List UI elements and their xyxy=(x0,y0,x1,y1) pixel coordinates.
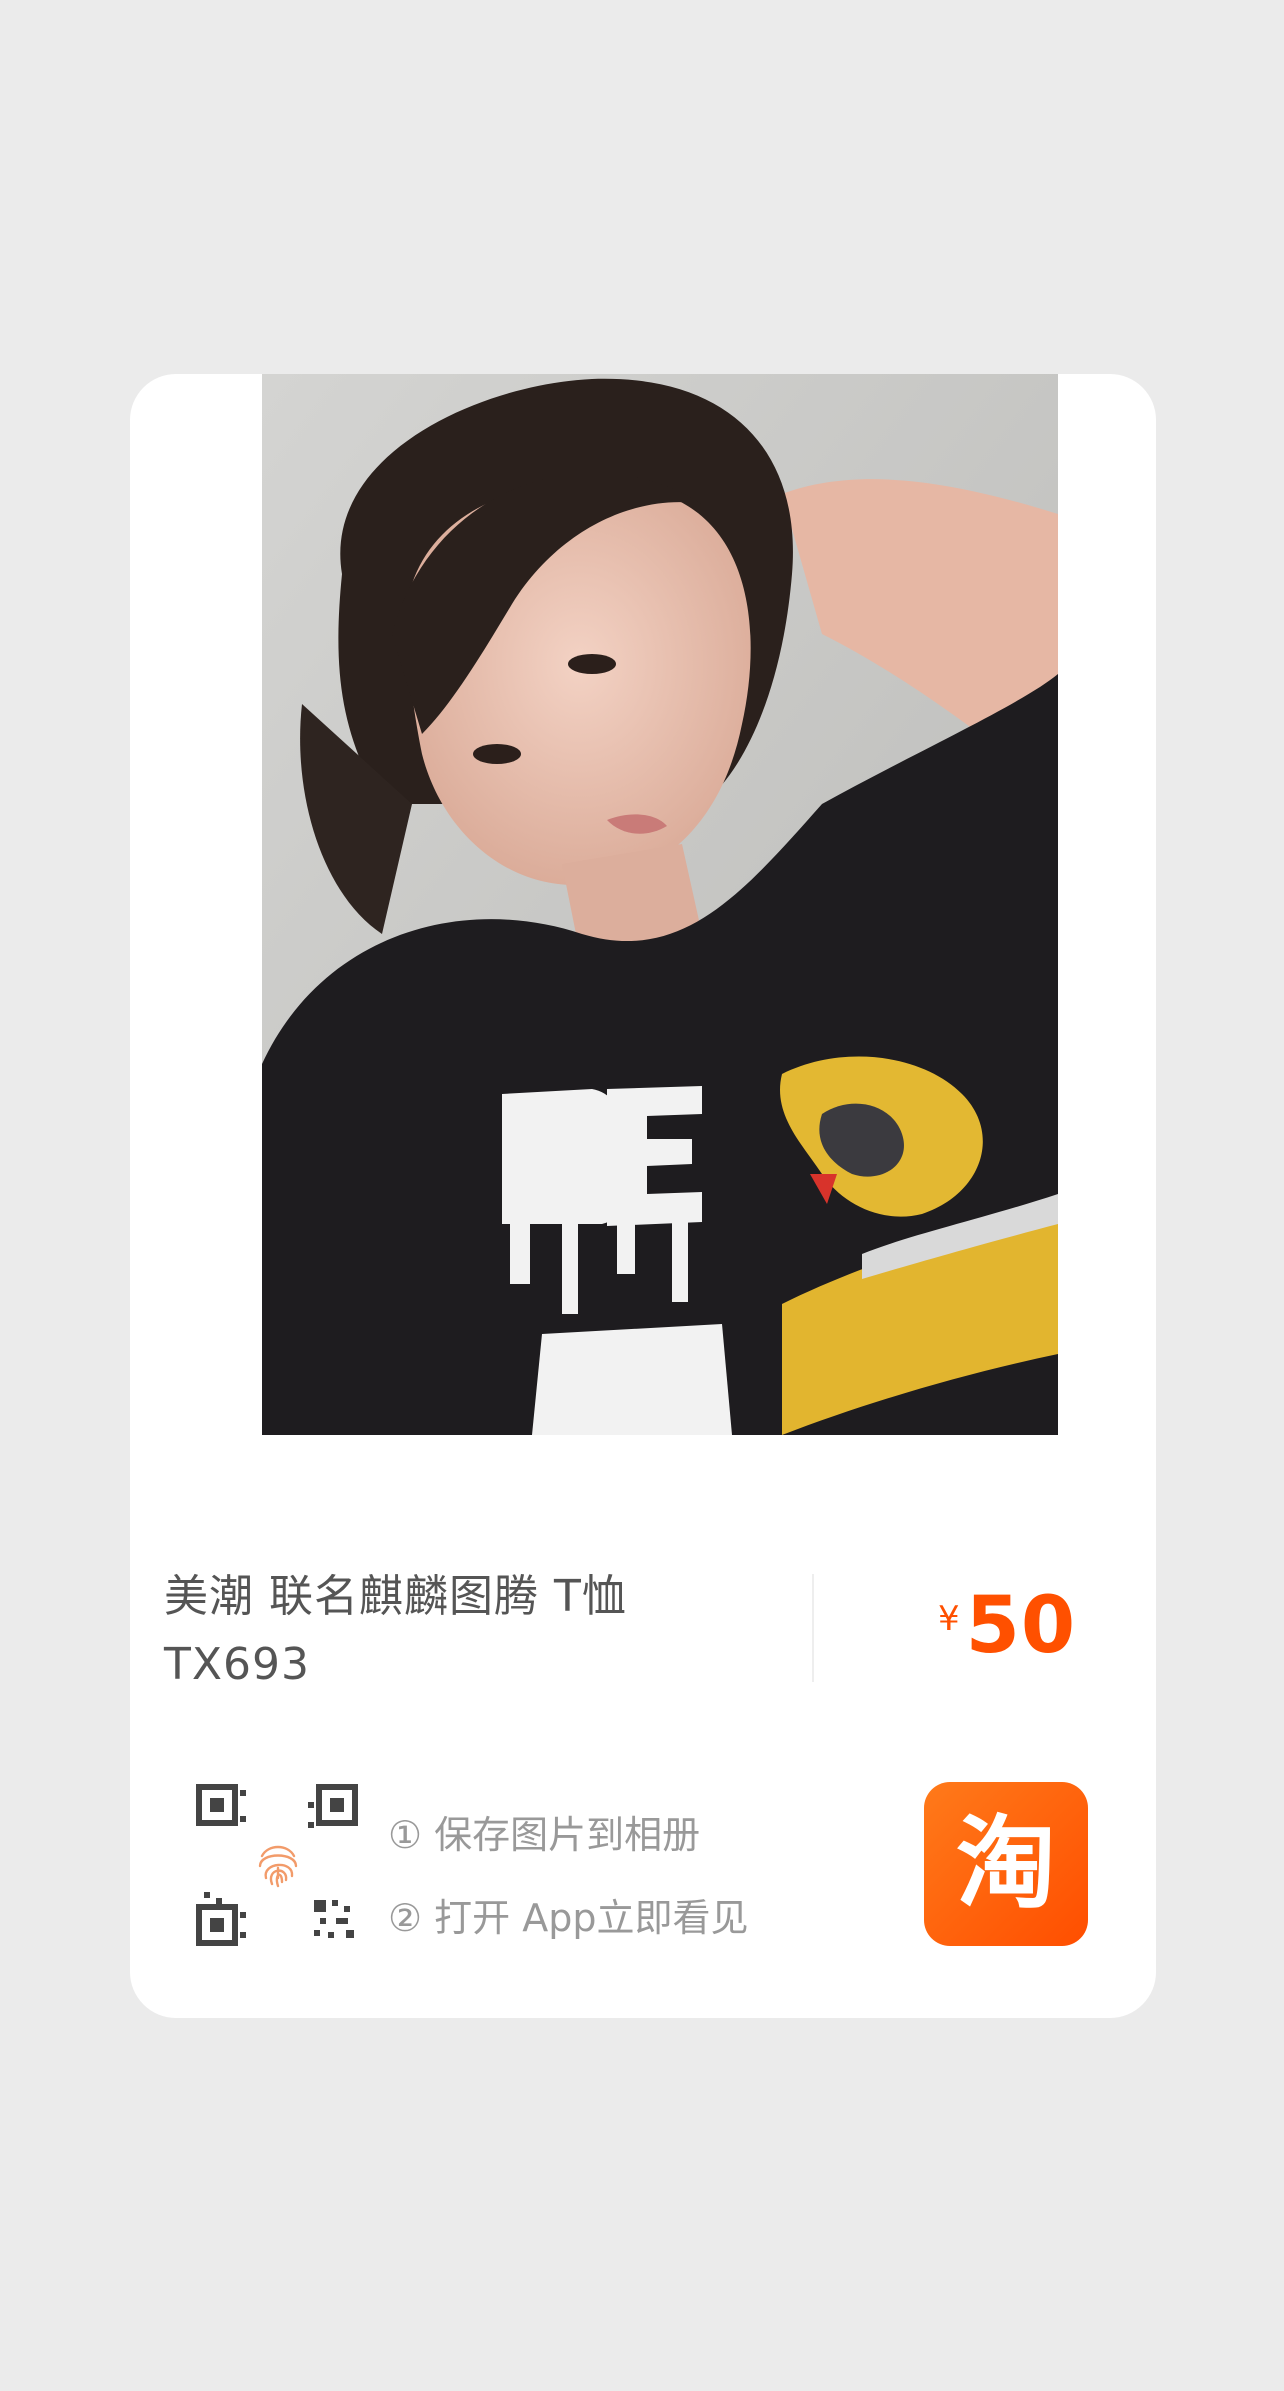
taobao-logo-icon: 淘 xyxy=(956,1805,1056,1922)
currency-symbol: ¥ xyxy=(938,1599,960,1639)
qr-code-icon xyxy=(196,1782,362,1948)
share-card: 美潮 联名麒麟图腾 T恤 TX693 ¥50 ① 保存图片到相册 ② 打开 Ap… xyxy=(130,374,1156,2018)
fingerprint-icon xyxy=(258,1845,298,1888)
product-photo[interactable] xyxy=(262,374,1058,1435)
product-image xyxy=(262,374,1058,1435)
taobao-app-button[interactable]: 淘 xyxy=(924,1782,1088,1946)
instruction-step-2: ② 打开 App立即看见 xyxy=(388,1896,749,1940)
price-value: 50 xyxy=(965,1581,1077,1671)
instructions: ① 保存图片到相册 ② 打开 App立即看见 xyxy=(388,1794,748,1960)
divider xyxy=(812,1574,814,1682)
product-title: 美潮 联名麒麟图腾 T恤 TX693 xyxy=(164,1563,744,1699)
product-price: ¥50 xyxy=(938,1581,1076,1671)
product-title-line1: 美潮 联名麒麟图腾 T恤 xyxy=(164,1571,627,1622)
instruction-step-1: ① 保存图片到相册 xyxy=(388,1813,701,1857)
product-sku: TX693 xyxy=(164,1639,311,1690)
